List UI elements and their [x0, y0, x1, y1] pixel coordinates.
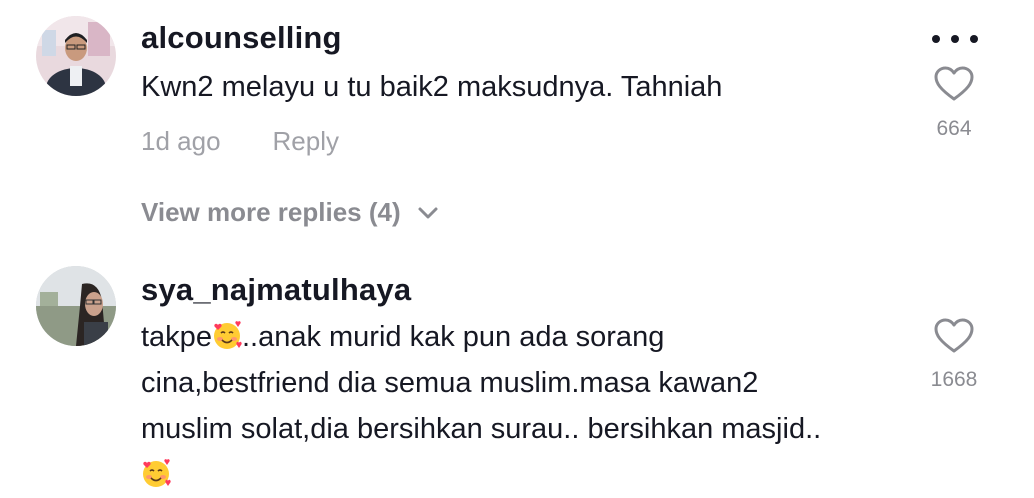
like-count: 664: [936, 117, 972, 140]
ellipsis-dot: [970, 35, 978, 43]
ellipsis-icon: [932, 35, 940, 43]
comment-text-fragment: ..anak murid kak pun ada sorang: [241, 321, 665, 353]
avatar[interactable]: [36, 266, 116, 346]
comment-text-line: cina,bestfriend dia semua muslim.masa ka…: [141, 367, 759, 399]
comment-timestamp: 1d ago: [141, 126, 221, 156]
smiling-face-with-hearts-icon: [213, 321, 242, 349]
ellipsis-dot: [951, 35, 959, 43]
comment-username[interactable]: sya_najmatulhaya: [141, 272, 411, 308]
comment-text: takpe ..anak murid kak pun ada sorang ci…: [141, 314, 901, 498]
reply-button[interactable]: Reply: [273, 126, 339, 156]
view-more-replies-button[interactable]: View more replies (4): [141, 197, 439, 228]
smiling-face-with-hearts-icon: [143, 459, 171, 487]
avatar[interactable]: [36, 16, 116, 96]
comment-item: alcounselling Kwn2 melayu u tu baik2 mak…: [0, 0, 1034, 180]
comment-item: sya_najmatulhaya takpe ..anak murid kak …: [0, 250, 1034, 496]
comment-text-line: [141, 452, 901, 498]
comment-text-fragment: takpe: [141, 321, 212, 353]
more-options-button[interactable]: [932, 28, 978, 50]
comment-meta: 1d ago Reply: [141, 126, 339, 157]
chevron-down-icon: [418, 207, 438, 218]
like-count: 1668: [930, 368, 978, 391]
view-more-label: View more replies (4): [141, 197, 401, 227]
comment-text: Kwn2 melayu u tu baik2 maksudnya. Tahnia…: [141, 71, 723, 103]
comment-text-line: takpe ..anak murid kak pun ada sorang: [141, 314, 901, 360]
heart-outline-icon[interactable]: [934, 318, 974, 354]
heart-outline-icon[interactable]: [934, 66, 974, 102]
comment-text-line: muslim solat,dia bersihkan surau.. bersi…: [141, 413, 822, 445]
comment-username[interactable]: alcounselling: [141, 20, 342, 56]
